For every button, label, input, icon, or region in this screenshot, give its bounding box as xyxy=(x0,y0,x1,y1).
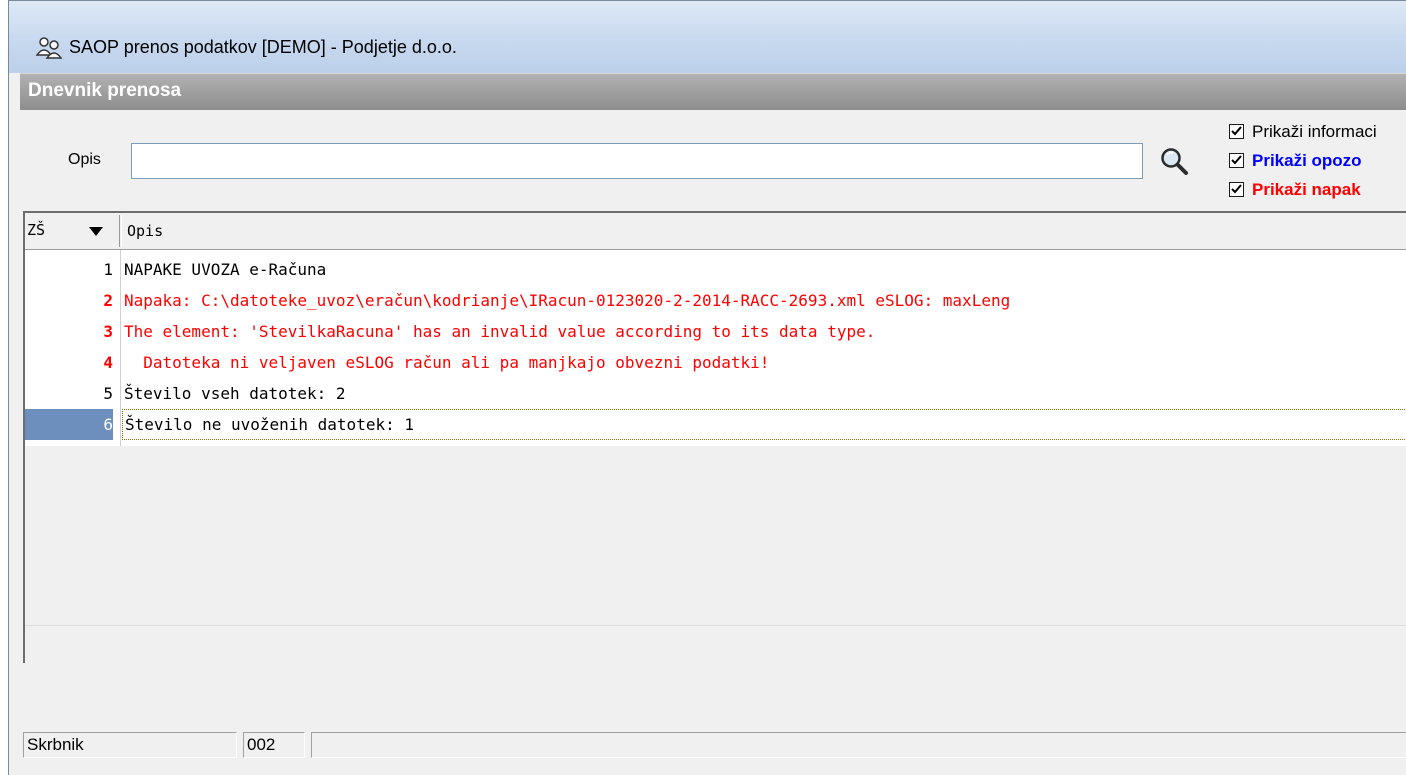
status-user: Skrbnik xyxy=(23,732,237,758)
table-row[interactable]: 5 Število vseh datotek: 2 xyxy=(25,378,1406,409)
row-number: 3 xyxy=(103,322,113,341)
show-errors-label: Prikaži napak xyxy=(1252,179,1361,199)
row-number: 4 xyxy=(103,353,113,372)
row-text: Datoteka ni veljaven eSLOG račun ali pa … xyxy=(124,353,770,372)
row-text: The element: 'StevilkaRacuna' has an inv… xyxy=(124,322,876,341)
show-warnings-option[interactable]: Prikaži opozo xyxy=(1229,146,1377,175)
row-number: 6 xyxy=(25,409,113,440)
opis-label: Opis xyxy=(68,151,101,168)
opis-search-input[interactable] xyxy=(131,143,1143,179)
status-message xyxy=(311,732,1406,758)
column-header-zs[interactable]: ZŠ xyxy=(27,221,45,239)
grid-body: 1 NAPAKE UVOZA e-Računa 2 Napaka: C:\dat… xyxy=(25,250,1406,446)
row-text: Število vseh datotek: 2 xyxy=(124,384,346,403)
checkmark-icon xyxy=(1231,126,1242,136)
status-code: 002 xyxy=(243,732,305,758)
grid-header: ZŠ Opis xyxy=(25,213,1406,250)
row-text: Napaka: C:\datoteke_uvoz\eračun\kodrianj… xyxy=(124,291,1011,310)
show-errors-checkbox[interactable] xyxy=(1229,182,1244,197)
status-bar: Skrbnik 002 xyxy=(23,729,1406,761)
show-warnings-label: Prikaži opozo xyxy=(1252,150,1362,170)
users-icon xyxy=(35,37,63,59)
column-header-opis[interactable]: Opis xyxy=(127,222,163,240)
table-row-selected[interactable]: 6 Število ne uvoženih datotek: 1 xyxy=(25,409,1406,440)
table-row[interactable]: 4 Datoteka ni veljaven eSLOG račun ali p… xyxy=(25,347,1406,378)
row-number: 1 xyxy=(103,260,113,279)
table-row[interactable]: 3 The element: 'StevilkaRacuna' has an i… xyxy=(25,316,1406,347)
row-number: 2 xyxy=(103,291,113,310)
grid-footer xyxy=(25,625,1406,666)
show-errors-option[interactable]: Prikaži napak xyxy=(1229,175,1377,204)
table-row[interactable]: 2 Napaka: C:\datoteke_uvoz\eračun\kodria… xyxy=(25,285,1406,316)
checkmark-icon xyxy=(1231,155,1242,165)
title-bar[interactable]: SAOP prenos podatkov [DEMO] - Podjetje d… xyxy=(9,1,1406,73)
app-window: SAOP prenos podatkov [DEMO] - Podjetje d… xyxy=(8,0,1406,775)
table-row[interactable]: 1 NAPAKE UVOZA e-Računa xyxy=(25,254,1406,285)
show-info-option[interactable]: Prikaži informaci xyxy=(1229,117,1377,146)
show-info-label: Prikaži informaci xyxy=(1252,121,1377,141)
magnifier-icon xyxy=(1161,148,1188,175)
log-grid[interactable]: ZŠ Opis 1 NAPAKE UVOZA e-Računa 2 Napaka… xyxy=(23,211,1406,666)
sort-descending-icon[interactable] xyxy=(89,227,103,237)
filter-options: Prikaži informaci Prikaži opozo Prikaži … xyxy=(1229,117,1377,204)
search-button[interactable] xyxy=(1158,145,1192,179)
column-divider[interactable] xyxy=(119,215,120,247)
section-title: Dnevnik prenosa xyxy=(28,80,182,101)
row-number: 5 xyxy=(103,384,113,403)
row-text: NAPAKE UVOZA e-Računa xyxy=(124,260,327,279)
show-info-checkbox[interactable] xyxy=(1229,124,1244,139)
column-divider-highlight xyxy=(121,215,122,247)
grid-bottom-area xyxy=(23,663,1406,729)
window-title: SAOP prenos podatkov [DEMO] - Podjetje d… xyxy=(69,37,457,57)
client-area: Dnevnik prenosa Opis Prikaži informaci P… xyxy=(20,73,1406,775)
row-text: Število ne uvoženih datotek: 1 xyxy=(122,409,1406,440)
checkmark-icon xyxy=(1231,184,1242,194)
show-warnings-checkbox[interactable] xyxy=(1229,153,1244,168)
section-header: Dnevnik prenosa xyxy=(20,73,1406,110)
